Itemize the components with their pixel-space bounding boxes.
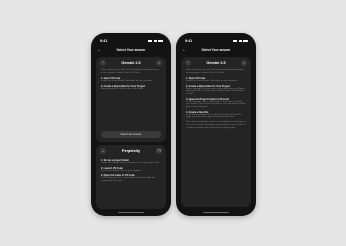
battery-icon <box>243 39 248 43</box>
check-icon[interactable]: ✓ <box>156 60 162 66</box>
nav-bar: ← Select Your answer <box>182 47 250 53</box>
step-desc: Before opening VS Code, create a new fol… <box>101 87 145 90</box>
wifi-icon <box>153 39 157 43</box>
model-name: Perplexity <box>121 149 141 153</box>
battery-icon <box>158 39 163 43</box>
status-time: 9:41 <box>100 39 108 43</box>
answer-card-gemini[interactable]: ⌃ Gemini 2.5 ✓ Here's how you can add a … <box>96 57 166 142</box>
home-indicator <box>118 211 144 213</box>
list-item: 2. Create a New Folder for Your Project … <box>186 85 246 96</box>
collapse-icon[interactable]: ⌃ <box>185 60 191 66</box>
collapse-icon[interactable]: ⌃ <box>100 60 106 66</box>
phone-right: 9:41 ← Select Your answer ⌃ Gemini 2.5 ✓… <box>176 33 256 216</box>
signal-icon <box>233 39 237 43</box>
card-header: ⌃ Gemini 2.5 ✓ <box>96 57 166 69</box>
step-desc: Launch the Visual Studio Code editor on … <box>101 79 153 82</box>
signal-icon <box>148 39 152 43</box>
status-bar: 9:41 <box>185 38 248 44</box>
list-item: 4. Create a New File In the Explorer sid… <box>186 111 246 119</box>
nav-bar: ← Select Your answer <box>97 47 165 53</box>
status-icons <box>148 39 163 43</box>
copy-icon[interactable]: ❐ <box>156 148 162 154</box>
answer-card-perplexity[interactable]: ⌄ Perplexity ❐ 1. Set up a project folde… <box>96 145 166 209</box>
model-name: Gemini 2.5 <box>121 61 141 65</box>
answer-card-gemini-expanded[interactable]: ⌃ Gemini 2.5 ✓ Here's how you can add a … <box>181 57 251 207</box>
card-header: ⌄ Perplexity ❐ <box>96 145 166 157</box>
phone-left: 9:41 ← Select Your answer ⌃ Gemini 2.5 ✓… <box>91 33 171 216</box>
step-desc: In the Explorer sidebar on the left, cli… <box>186 113 242 119</box>
list-item: 2. Launch VS Code Open Visual Studio Cod… <box>101 167 161 173</box>
status-time: 9:41 <box>185 39 193 43</box>
page-title: Select Your answer <box>201 48 231 52</box>
step-list: 1. Open VS Code Launch the Visual Studio… <box>96 75 166 90</box>
step-list: 1. Set up a project folder Create a new … <box>96 157 166 183</box>
back-arrow-icon[interactable]: ← <box>182 47 187 53</box>
list-item: 3. Open the Project Folder in VS Code In… <box>186 98 246 109</box>
wifi-icon <box>238 39 242 43</box>
card-header: ⌃ Gemini 2.5 ✓ <box>181 57 251 69</box>
list-item: 1. Open VS Code Launch the Visual Studio… <box>101 77 161 83</box>
status-icons <box>233 39 248 43</box>
back-arrow-icon[interactable]: ← <box>97 47 102 53</box>
check-icon[interactable]: ✓ <box>241 60 247 66</box>
step-list: 1. Open VS Code Launch the Visual Studio… <box>181 75 251 119</box>
step-desc: Open Visual Studio Code on your computer… <box>101 169 142 172</box>
list-item: 2. Create a New Folder for Your Project … <box>101 85 161 91</box>
page-title: Select Your answer <box>116 48 146 52</box>
home-indicator <box>203 211 229 213</box>
list-item: 1. Open VS Code Launch the Visual Studio… <box>186 77 246 83</box>
answer-outro: This shortcut should be used as a standa… <box>186 121 246 129</box>
step-desc: In VS Code, go to File > Open Folder. Se… <box>101 177 156 183</box>
step-desc: Create a new folder on your computer to … <box>101 162 160 164</box>
expand-icon[interactable]: ⌄ <box>100 148 106 154</box>
select-answer-button[interactable]: Select this answer <box>101 131 161 138</box>
list-item: 3. Open the folder in VS Code In VS Code… <box>101 174 161 182</box>
model-name: Gemini 2.5 <box>206 61 226 65</box>
list-item: 1. Set up a project folder Create a new … <box>101 159 161 165</box>
step-desc: In VS Code, go to File > Open Folder... … <box>186 100 246 109</box>
step-desc: Launch the Visual Studio Code editor on … <box>186 79 238 82</box>
step-desc: Before opening VS Code, create a new fol… <box>186 87 245 95</box>
status-bar: 9:41 <box>100 38 163 44</box>
